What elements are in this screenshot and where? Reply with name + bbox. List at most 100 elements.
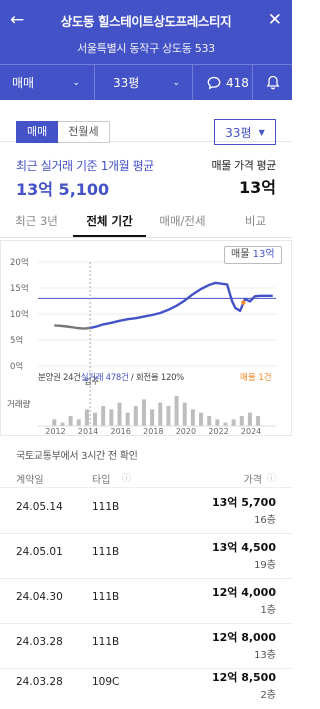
chart-frame xyxy=(0,240,292,436)
volume-bar xyxy=(256,416,261,426)
listing-tooltip: 매물 13억 xyxy=(224,246,282,264)
y-tick-label: 20억 xyxy=(10,257,29,268)
trade-count: 실거래 478건 xyxy=(80,373,129,383)
tooltip-value: 13억 xyxy=(252,249,275,260)
volume-bar xyxy=(158,402,163,426)
volume-bar xyxy=(174,396,179,426)
close-icon[interactable]: ✕ xyxy=(260,10,282,30)
alarm-button[interactable] xyxy=(253,65,292,100)
size-label: 33평 xyxy=(113,76,140,90)
x-tick-label: 2020 xyxy=(176,427,196,436)
row-type: 111B xyxy=(92,636,120,648)
row-floor: 2층 xyxy=(260,690,276,701)
deal-type-filter[interactable]: 매매 ⌄ xyxy=(0,65,95,100)
volume-bar xyxy=(239,416,244,426)
row-price: 12억 8,500 xyxy=(211,671,276,684)
x-tick-label: 2018 xyxy=(143,427,163,436)
avg-price-value: 13억 5,100 xyxy=(16,180,110,199)
row-type: 109C xyxy=(92,676,120,688)
y-tick-label: 0억 xyxy=(10,361,23,372)
x-tick-label: 2012 xyxy=(45,427,65,436)
table-row[interactable]: 24.04.30 111B 12억 4,000 1층 xyxy=(0,579,292,624)
trade-table-header: 계약일 타입 ⓘ 가격 ⓘ xyxy=(0,466,292,488)
volume-bar xyxy=(125,412,130,426)
bell-icon xyxy=(266,75,279,90)
filter-bar: 매매 ⌄ 33평 ⌄ 418 xyxy=(0,64,292,100)
table-row[interactable]: 24.05.14 111B 13억 5,700 16층 xyxy=(0,489,292,534)
volume-bar xyxy=(166,406,171,426)
col-date: 계약일 xyxy=(16,475,44,486)
help-icon[interactable]: ⓘ xyxy=(267,471,276,484)
row-price: 13억 4,500 xyxy=(211,541,276,554)
deal-type-label: 매매 xyxy=(12,76,35,90)
listing-count: 매물 1건 xyxy=(240,373,272,383)
update-status: 국토교통부에서 3시간 전 확인 xyxy=(16,451,138,462)
col-type: 타입 xyxy=(92,475,111,486)
row-price: 12억 4,000 xyxy=(211,586,276,599)
price-chart[interactable]: 20억 15억 10억 5억 0억 입주 2012 2014 2016 2018 2020 2022 2… xyxy=(0,240,292,436)
listing-marker xyxy=(241,300,246,305)
volume-bar xyxy=(231,419,236,426)
top-bar: ← 상도동 힐스테이트상도프레스티지 ✕ xyxy=(0,0,292,40)
row-date: 24.05.01 xyxy=(16,546,63,558)
row-date: 24.05.14 xyxy=(16,501,63,513)
x-tick-label: 2024 xyxy=(241,427,261,436)
row-floor: 19층 xyxy=(254,560,276,571)
x-tick-label: 2022 xyxy=(208,427,228,436)
help-icon[interactable]: ⓘ xyxy=(122,471,131,484)
row-type: 111B xyxy=(92,591,120,603)
turnover-rate: / 회전율 120% xyxy=(130,373,184,383)
volume-bar xyxy=(247,412,252,426)
y-tick-label: 5억 xyxy=(10,335,23,346)
row-type: 111B xyxy=(92,546,120,558)
row-date: 24.03.28 xyxy=(16,676,63,688)
row-floor: 1층 xyxy=(260,605,276,616)
address: 서울특별시 동작구 상도동 533 xyxy=(77,42,215,55)
comment-icon xyxy=(207,76,221,90)
tab-compare[interactable]: 비교 xyxy=(219,206,292,237)
ask-price-value: 13억 xyxy=(239,178,276,197)
y-tick-label: 10억 xyxy=(10,309,29,320)
row-date: 24.04.30 xyxy=(16,591,63,603)
series-line xyxy=(89,281,273,330)
x-tick-label: 2016 xyxy=(111,427,131,436)
avg-price-label: 최근 실거래 기준 1개월 평균 xyxy=(16,159,154,173)
volume-bar xyxy=(76,419,81,426)
toggle-sale[interactable]: 매매 xyxy=(16,121,59,143)
tab-recent-3y[interactable]: 최근 3년 xyxy=(0,206,73,237)
period-tabs: 최근 3년 전체 기간 매매/전세 비교 xyxy=(0,206,292,238)
tooltip-label: 매물 xyxy=(231,249,250,260)
volume-bar xyxy=(150,409,155,426)
row-floor: 13층 xyxy=(254,650,276,661)
volume-bar xyxy=(207,416,212,426)
size-filter[interactable]: 33평 ⌄ xyxy=(95,65,193,100)
row-price: 12억 8,000 xyxy=(211,631,276,644)
volume-bar xyxy=(215,419,220,426)
comments-button[interactable]: 418 xyxy=(193,65,253,100)
back-arrow-icon[interactable]: ← xyxy=(10,10,32,30)
size-select[interactable]: 33평 ▼ xyxy=(214,119,276,145)
tab-sale-jeonse[interactable]: 매매/전세 xyxy=(146,206,219,237)
comment-count: 418 xyxy=(226,75,249,90)
volume-bar xyxy=(68,416,73,426)
x-tick-label: 2014 xyxy=(78,427,98,436)
row-type: 111B xyxy=(92,501,120,513)
col-price: 가격 xyxy=(243,475,262,486)
presale-count: 분양권 24건 xyxy=(38,373,81,383)
table-row[interactable]: 24.05.01 111B 13억 4,500 19층 xyxy=(0,534,292,579)
volume-bar xyxy=(93,412,98,426)
table-row[interactable]: 24.03.28 109C 12억 8,500 2층 xyxy=(0,664,292,709)
table-row[interactable]: 24.03.28 111B 12억 8,000 13층 xyxy=(0,624,292,669)
trade-summary: 분양권 24건실거래 478건 / 회전율 120% xyxy=(38,371,184,383)
volume-bar xyxy=(52,419,57,426)
volume-bar xyxy=(190,409,195,426)
row-date: 24.03.28 xyxy=(16,636,63,648)
size-select-label: 33평 xyxy=(225,125,252,140)
tab-all-period[interactable]: 전체 기간 xyxy=(73,206,146,237)
toggle-rent[interactable]: 전월세 xyxy=(58,121,110,143)
y-tick-label: 15억 xyxy=(10,283,29,294)
volume-bar xyxy=(141,399,146,426)
ask-price-label: 매물 가격 평균 xyxy=(211,159,276,172)
volume-bar xyxy=(199,412,204,426)
volume-bar xyxy=(84,409,89,426)
